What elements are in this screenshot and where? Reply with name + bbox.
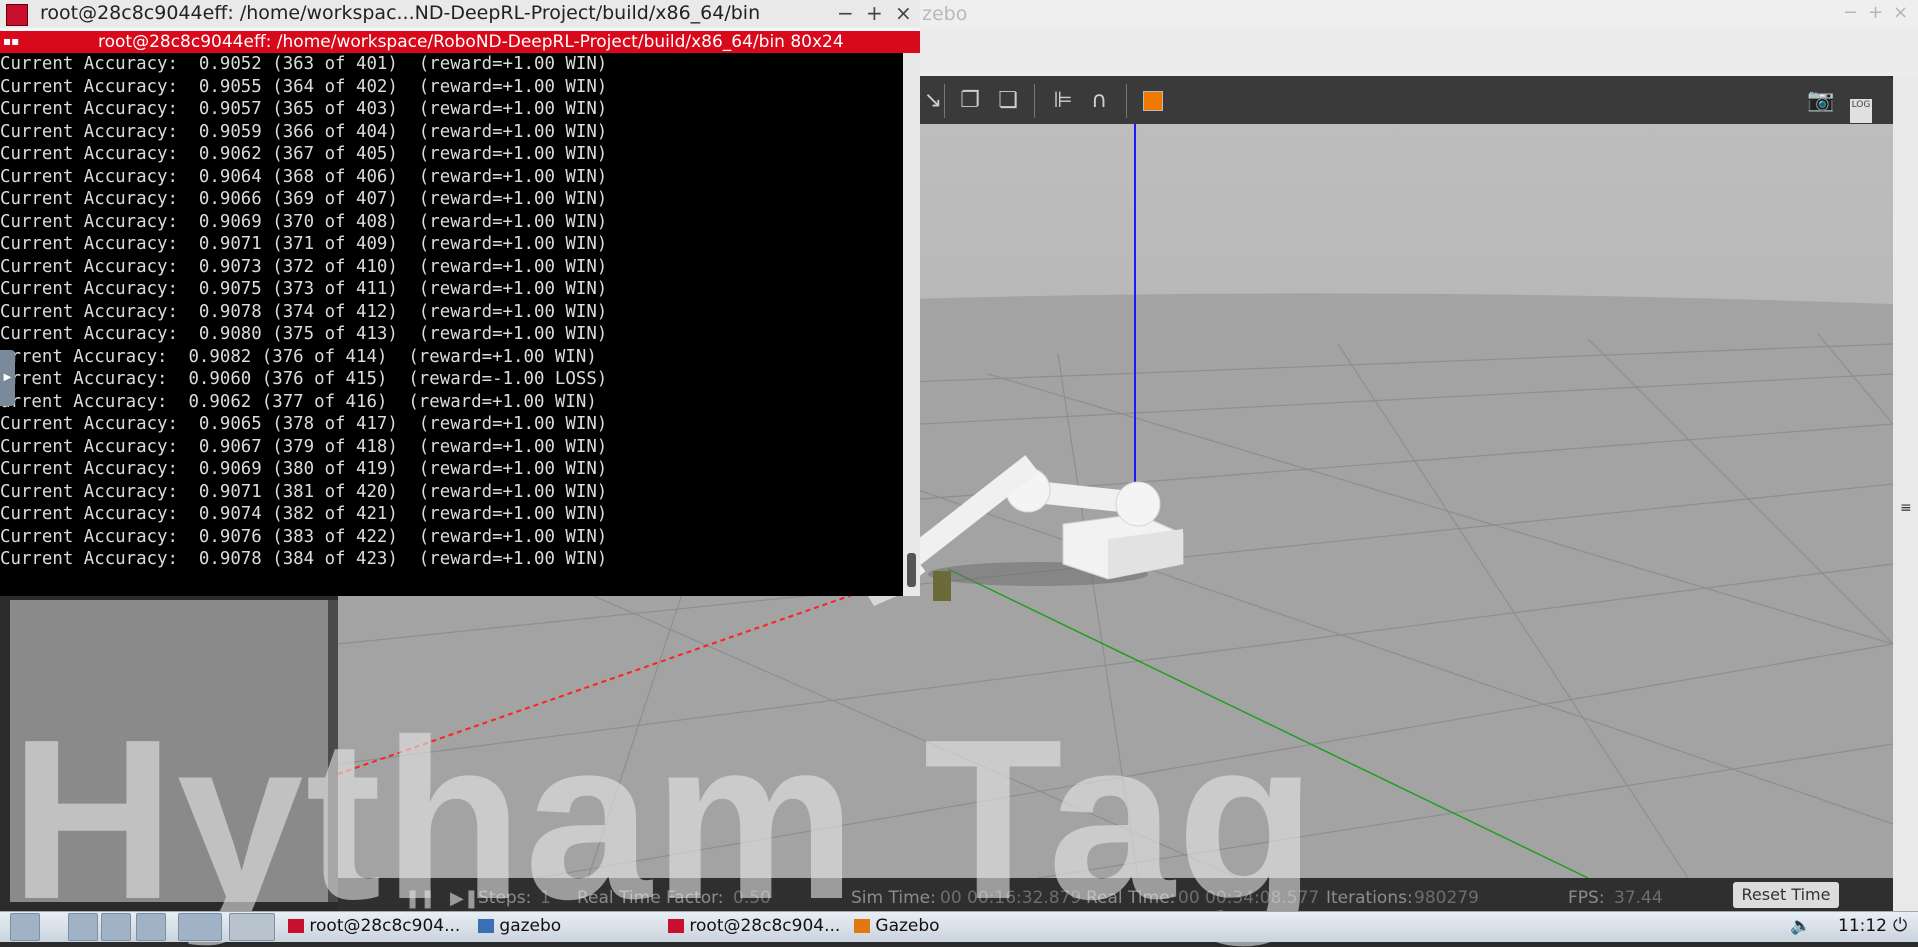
terminal-tab-icon: ▪▪ xyxy=(3,34,20,48)
terminal-minimize-button[interactable]: − xyxy=(837,1,854,25)
terminal-line: urrent Accuracy: 0.9082 (376 of 414) (re… xyxy=(0,346,597,367)
terminal-icon xyxy=(668,919,684,933)
target-tube[interactable] xyxy=(933,571,951,601)
terminal-line: Current Accuracy: 0.9078 (374 of 412) (r… xyxy=(0,301,608,322)
terminal-line: Current Accuracy: 0.9075 (373 of 411) (r… xyxy=(0,279,608,299)
terminal-line: Current Accuracy: 0.9069 (370 of 408) (r… xyxy=(0,211,608,232)
terminal-line: Current Accuracy: 0.9073 (372 of 410) (r… xyxy=(0,256,608,277)
terminal-line: Current Accuracy: 0.9078 (384 of 423) (r… xyxy=(0,549,608,569)
terminal-line: Current Accuracy: 0.9064 (368 of 406) (r… xyxy=(0,166,608,187)
taskbar-task[interactable]: root@28c8c904... xyxy=(668,913,840,939)
view-angle-icon[interactable] xyxy=(1138,86,1168,116)
gazebo-window-title: zebo xyxy=(922,3,968,25)
power-icon[interactable]: ⏻ xyxy=(1893,913,1907,939)
iterations-label: Iterations: xyxy=(1326,888,1413,908)
terminal-window-title: root@28c8c9044eff: /home/workspac...ND-D… xyxy=(40,2,761,24)
terminal-line: Current Accuracy: 0.9052 (363 of 401) (r… xyxy=(0,54,608,74)
terminal-line: Current Accuracy: 0.9067 (379 of 418) (r… xyxy=(0,436,608,457)
fps-value: 37.44 xyxy=(1614,888,1663,908)
terminal-app-icon xyxy=(6,4,28,26)
file-manager-icon[interactable] xyxy=(68,913,98,941)
desktop-pager-2[interactable] xyxy=(229,913,275,941)
terminal-line: Current Accuracy: 0.9076 (383 of 422) (r… xyxy=(0,526,608,547)
terminal-line: Current Accuracy: 0.9066 (369 of 407) (r… xyxy=(0,189,608,209)
desktop-pager-1[interactable] xyxy=(178,913,222,941)
terminal-output: Current Accuracy: 0.9052 (363 of 401) (r… xyxy=(0,53,903,571)
terminal-line: Current Accuracy: 0.9071 (371 of 409) (r… xyxy=(0,234,608,254)
panel-drag-handle-icon[interactable]: ≡ xyxy=(1900,500,1912,516)
gazebo-maximize-button[interactable]: + xyxy=(1868,2,1883,23)
folder-icon xyxy=(478,919,494,933)
taskbar-task[interactable]: root@28c8c904... xyxy=(288,913,460,939)
terminal-maximize-button[interactable]: + xyxy=(866,1,883,25)
toolbar-divider xyxy=(1034,84,1035,118)
log-icon[interactable]: LOG xyxy=(1846,86,1876,123)
clock[interactable]: 11:12 xyxy=(1838,913,1887,939)
screenshot-camera-icon[interactable]: 📷 xyxy=(1806,86,1836,116)
terminal-line: Current Accuracy: 0.9057 (365 of 403) (r… xyxy=(0,99,608,119)
terminal-line: Current Accuracy: 0.9069 (380 of 419) (r… xyxy=(0,459,608,479)
watermark-text: Hytham Tag xyxy=(10,693,1318,947)
taskbar-task[interactable]: Gazebo xyxy=(854,913,940,939)
reset-time-button[interactable]: Reset Time xyxy=(1733,882,1839,908)
gazebo-close-button[interactable]: × xyxy=(1893,2,1908,23)
terminal-line: Current Accuracy: 0.9062 (367 of 405) (r… xyxy=(0,144,608,164)
terminal-icon xyxy=(288,919,304,933)
terminal-line: urrent Accuracy: 0.9062 (377 of 416) (re… xyxy=(0,391,597,412)
terminal-line: Current Accuracy: 0.9065 (378 of 417) (r… xyxy=(0,414,608,434)
paste-icon[interactable]: ❏ xyxy=(993,86,1023,116)
iterations-value: 980279 xyxy=(1414,888,1479,908)
gazebo-right-panel xyxy=(1893,76,1918,911)
terminal-line: Current Accuracy: 0.9071 (381 of 420) (r… xyxy=(0,481,608,502)
network-icon[interactable] xyxy=(101,913,131,941)
terminal-line: Current Accuracy: 0.9080 (375 of 413) (r… xyxy=(0,324,608,344)
copy-icon[interactable]: ❐ xyxy=(955,86,985,116)
fps-label: FPS: xyxy=(1568,888,1605,908)
side-drawer-tab[interactable]: ▶ xyxy=(0,350,15,406)
toolbar-divider xyxy=(944,84,945,118)
snap-magnet-icon[interactable]: ∩ xyxy=(1084,86,1114,116)
toolbar-divider xyxy=(1126,84,1127,118)
terminal-line: Current Accuracy: 0.9055 (364 of 402) (r… xyxy=(0,76,608,97)
terminal-scrollbar-thumb[interactable] xyxy=(907,553,916,587)
terminal-line: Current Accuracy: 0.9074 (382 of 421) (r… xyxy=(0,504,608,524)
volume-icon[interactable]: 🔈 xyxy=(1790,913,1811,939)
terminal-close-button[interactable]: × xyxy=(895,1,912,25)
terminal-line: Current Accuracy: 0.9059 (366 of 404) (r… xyxy=(0,121,608,142)
start-menu-icon[interactable] xyxy=(10,913,40,941)
gazebo-icon xyxy=(854,919,870,933)
gazebo-minimize-button[interactable]: − xyxy=(1843,2,1858,23)
taskbar-task[interactable]: gazebo xyxy=(478,913,561,939)
terminal-tab-label: root@28c8c9044eff: /home/workspace/RoboN… xyxy=(98,32,844,52)
window-icon[interactable] xyxy=(136,913,166,941)
terminal-line: urrent Accuracy: 0.9060 (376 of 415) (re… xyxy=(0,369,608,389)
align-icon[interactable]: ⊫ xyxy=(1048,86,1078,116)
terminal-scrollbar[interactable] xyxy=(903,53,920,596)
